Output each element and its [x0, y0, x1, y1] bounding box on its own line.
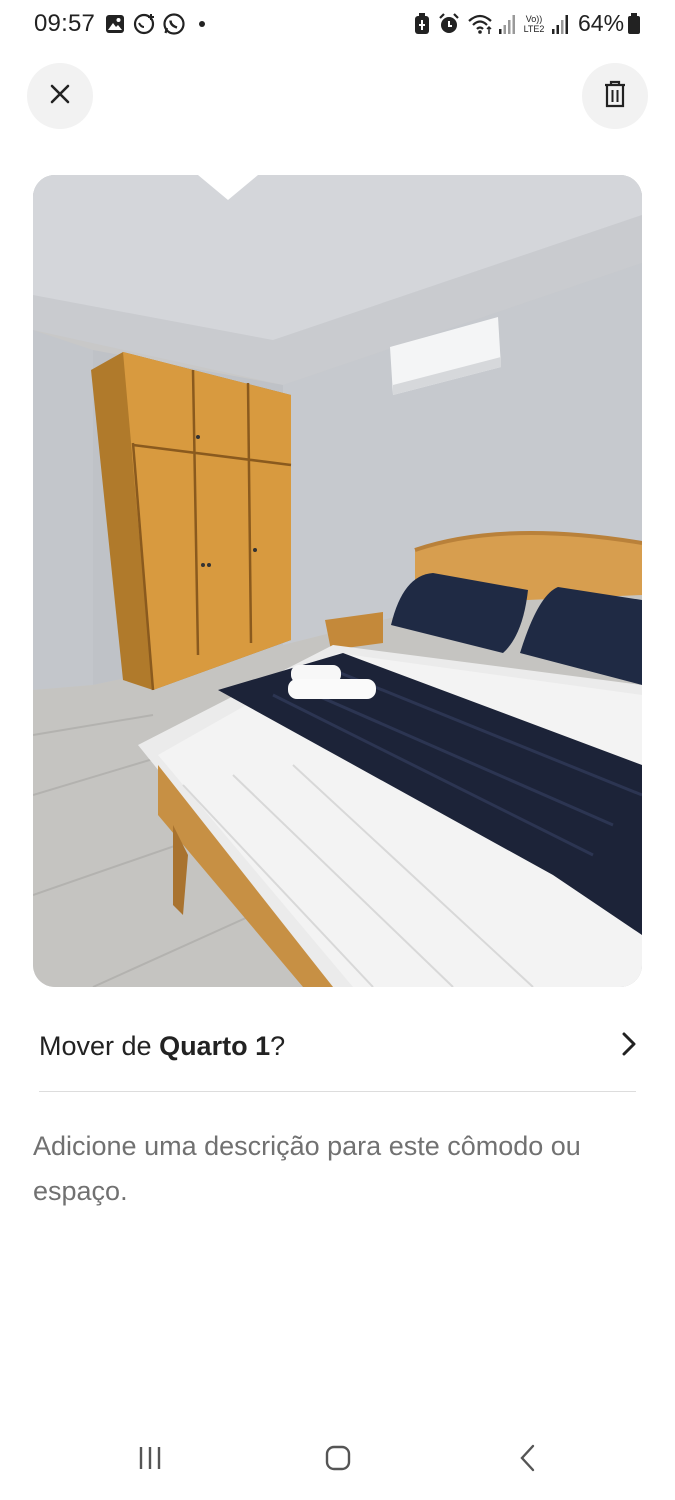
delete-photo-button[interactable] [582, 63, 648, 129]
home-icon [324, 1444, 352, 1477]
chevron-right-icon [621, 1031, 637, 1062]
recents-button[interactable] [130, 1440, 170, 1480]
home-button[interactable] [318, 1440, 358, 1480]
back-button[interactable] [508, 1440, 548, 1480]
battery-saver-icon [412, 12, 432, 36]
bedroom-photo[interactable] [33, 175, 642, 987]
signal-2-icon [550, 12, 570, 36]
move-room-prefix: Mover de [39, 1030, 160, 1061]
status-bar: 09:57 Vo)) LTE2 64% [0, 0, 675, 52]
battery-percentage: 64% [578, 10, 625, 36]
wifi-icon [466, 12, 496, 36]
battery-icon [626, 12, 642, 36]
status-time: 09:57 [34, 10, 96, 37]
back-icon [518, 1443, 538, 1478]
lte-label: Vo)) LTE2 [520, 12, 548, 36]
close-button[interactable] [27, 63, 93, 129]
recents-icon [136, 1444, 164, 1477]
close-icon [48, 82, 72, 111]
divider [39, 1091, 636, 1092]
move-room-suffix: ? [270, 1030, 286, 1061]
move-room-row[interactable]: Mover de Quarto 1? [39, 1020, 637, 1072]
move-room-name: Quarto 1 [159, 1030, 271, 1061]
description-field[interactable]: Adicione uma descrição para este cômodo … [33, 1124, 643, 1214]
gallery-icon [104, 12, 126, 36]
trash-icon [603, 80, 627, 113]
photo-editor-screen: 09:57 Vo)) LTE2 64% Mover de Quarto 1? A… [0, 0, 675, 1500]
lte-label-text: Vo)) LTE2 [523, 14, 545, 34]
move-room-text: Mover de Quarto 1? [39, 1031, 285, 1062]
notification-dot-icon [197, 12, 207, 36]
chat-plus-icon [132, 12, 158, 36]
alarm-icon [437, 12, 461, 36]
signal-1-icon [497, 12, 517, 36]
whatsapp-icon [161, 12, 187, 36]
